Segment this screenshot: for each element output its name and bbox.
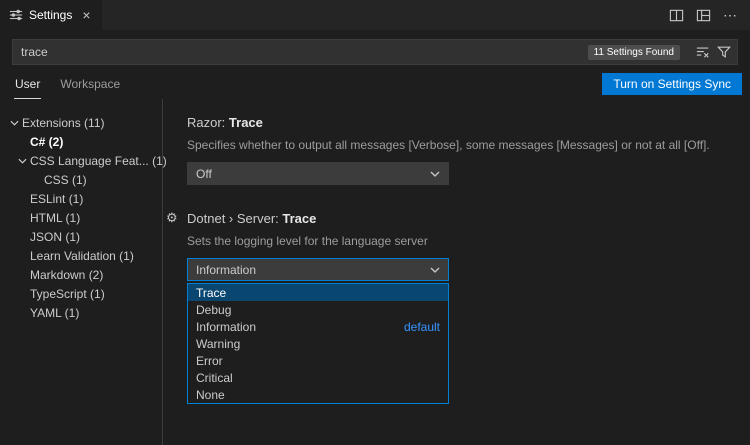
razor-trace-select[interactable]: Off: [187, 162, 449, 185]
option-critical[interactable]: Critical: [188, 369, 448, 386]
chevron-down-icon: [6, 120, 22, 126]
option-error[interactable]: Error: [188, 352, 448, 369]
editor-actions: ⋯: [669, 0, 750, 30]
settings-sliders-icon: [9, 8, 23, 22]
toc-item-yaml[interactable]: YAML (1): [0, 303, 162, 322]
toc-item-extensions[interactable]: Extensions (11): [0, 113, 162, 132]
settings-search-row: 11 Settings Found: [0, 30, 750, 70]
toc-item-eslint[interactable]: ESLint (1): [0, 189, 162, 208]
toc-item-markdown[interactable]: Markdown (2): [0, 265, 162, 284]
select-value: Information: [196, 263, 256, 277]
option-warning[interactable]: Warning: [188, 335, 448, 352]
toc-item-css[interactable]: CSS (1): [0, 170, 162, 189]
tab-title: Settings: [29, 8, 72, 22]
toc-item-css-language-features[interactable]: CSS Language Feat... (1): [0, 151, 162, 170]
split-editor-icon[interactable]: [669, 8, 684, 23]
customize-layout-icon[interactable]: [696, 8, 711, 23]
editor-tab-bar: Settings × ⋯: [0, 0, 750, 30]
toc-item-csharp[interactable]: C# (2): [0, 132, 162, 151]
close-tab-icon[interactable]: ×: [80, 8, 92, 22]
settings-scope-row: User Workspace Turn on Settings Sync: [0, 70, 750, 99]
setting-description: Sets the logging level for the language …: [187, 234, 730, 248]
settings-editor-window: Settings × ⋯ 11 Settings F: [0, 0, 750, 445]
select-value: Off: [196, 167, 212, 181]
clear-search-filters-icon[interactable]: [696, 45, 710, 59]
setting-description: Specifies whether to output all messages…: [187, 138, 730, 152]
chevron-down-icon: [430, 267, 440, 273]
settings-body: Extensions (11) C# (2) CSS Language Feat…: [0, 99, 750, 445]
turn-on-settings-sync-button[interactable]: Turn on Settings Sync: [602, 73, 742, 95]
settings-search-box: 11 Settings Found: [12, 39, 738, 65]
toc-item-html[interactable]: HTML (1): [0, 208, 162, 227]
tab-workspace[interactable]: Workspace: [59, 72, 121, 99]
toc-item-json[interactable]: JSON (1): [0, 227, 162, 246]
filter-icon[interactable]: [717, 45, 731, 59]
setting-title: Razor: Trace: [187, 115, 730, 130]
default-badge: default: [404, 320, 440, 334]
more-actions-icon[interactable]: ⋯: [723, 7, 738, 24]
option-none[interactable]: None: [188, 386, 448, 403]
chevron-down-icon: [14, 158, 30, 164]
toc-item-typescript[interactable]: TypeScript (1): [0, 284, 162, 303]
chevron-down-icon: [430, 171, 440, 177]
dotnet-trace-dropdown: Trace Debug Information default Warning …: [187, 283, 449, 404]
tab-user[interactable]: User: [14, 72, 41, 99]
option-trace[interactable]: Trace: [188, 284, 448, 301]
settings-tab[interactable]: Settings ×: [0, 0, 102, 30]
setting-gear-icon[interactable]: ⚙: [166, 210, 178, 226]
scope-tabs: User Workspace: [14, 72, 121, 99]
results-count-badge: 11 Settings Found: [588, 45, 680, 60]
option-information[interactable]: Information default: [188, 318, 448, 335]
settings-toc: Extensions (11) C# (2) CSS Language Feat…: [0, 99, 163, 445]
setting-dotnet-server-trace: ⚙ Dotnet › Server: Trace Sets the loggin…: [187, 211, 730, 404]
setting-razor-trace: Razor: Trace Specifies whether to output…: [187, 115, 730, 185]
settings-search-input[interactable]: [21, 45, 588, 59]
option-debug[interactable]: Debug: [188, 301, 448, 318]
settings-list: Razor: Trace Specifies whether to output…: [163, 99, 750, 445]
toc-item-learn-validation[interactable]: Learn Validation (1): [0, 246, 162, 265]
setting-title: Dotnet › Server: Trace: [187, 211, 730, 226]
dotnet-trace-select[interactable]: Information: [187, 258, 449, 281]
